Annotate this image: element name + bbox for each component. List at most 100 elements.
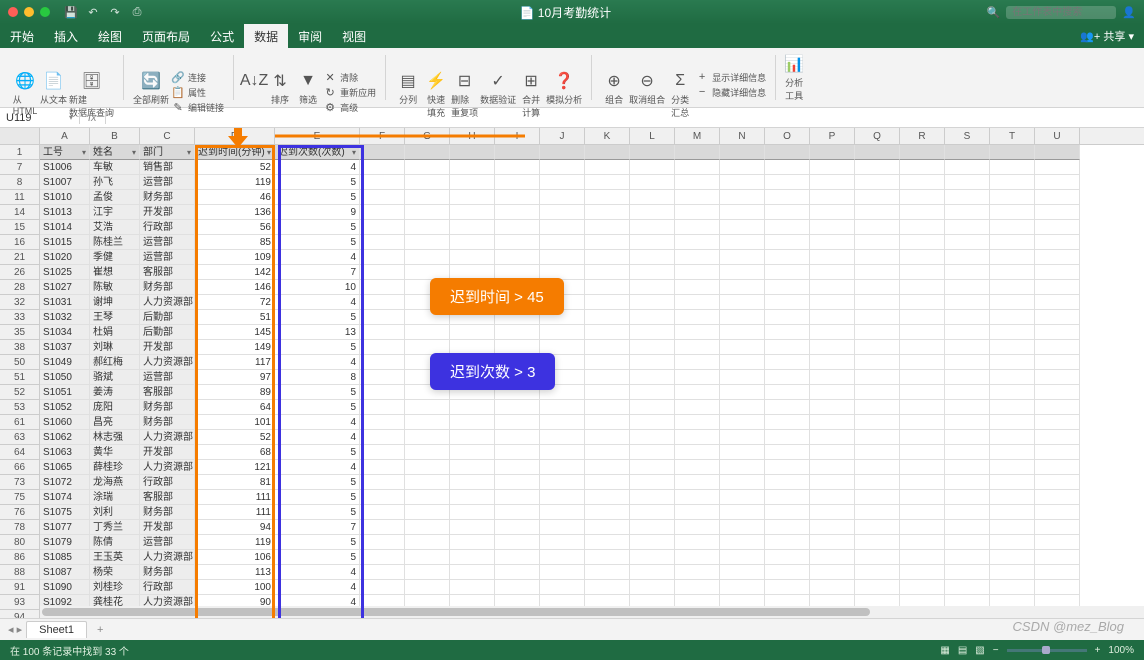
cell[interactable] [720,400,765,415]
cell[interactable] [810,160,855,175]
cell[interactable] [360,535,405,550]
cell[interactable] [765,145,810,160]
cell[interactable] [990,550,1035,565]
cell[interactable] [360,385,405,400]
cell[interactable] [405,190,450,205]
cell[interactable] [990,280,1035,295]
row-header[interactable]: 64 [0,445,40,460]
refresh-all-button[interactable]: 🔄全部刷新 [133,70,169,106]
sort-button[interactable]: ⇅排序 [267,70,293,106]
cell[interactable]: S1087 [40,565,90,580]
cell[interactable]: 运营部 [140,535,195,550]
cell[interactable]: 5 [275,385,360,400]
cell[interactable] [720,580,765,595]
cell[interactable] [855,385,900,400]
cell[interactable] [585,145,630,160]
cell[interactable] [585,535,630,550]
cell[interactable] [630,535,675,550]
cell[interactable] [900,385,945,400]
from-text-button[interactable]: 📄从文本 [40,70,67,106]
cell[interactable]: 杜娟 [90,325,140,340]
cell[interactable] [810,310,855,325]
row-header[interactable]: 14 [0,205,40,220]
cell[interactable] [675,400,720,415]
cell[interactable] [810,475,855,490]
what-if-button[interactable]: ❓模拟分析 [546,70,582,106]
cell[interactable] [765,520,810,535]
cell[interactable] [855,430,900,445]
cell[interactable] [810,250,855,265]
cell[interactable]: 4 [275,430,360,445]
cell[interactable] [990,580,1035,595]
row-header[interactable]: 73 [0,475,40,490]
cell[interactable]: 5 [275,310,360,325]
cell[interactable] [900,175,945,190]
cell[interactable] [855,580,900,595]
cell[interactable] [585,235,630,250]
cell[interactable] [495,430,540,445]
cell[interactable] [900,370,945,385]
filter-dropdown-icon[interactable]: ▾ [352,145,356,160]
cell[interactable]: S1074 [40,490,90,505]
cell[interactable]: 64 [195,400,275,415]
cell[interactable] [855,280,900,295]
row-header[interactable]: 16 [0,235,40,250]
filter-dropdown-icon[interactable]: ▾ [267,145,271,160]
menu-审阅[interactable]: 审阅 [288,24,332,48]
cell[interactable] [945,490,990,505]
cell[interactable] [810,190,855,205]
cell[interactable] [855,520,900,535]
cell[interactable] [450,520,495,535]
row-header[interactable]: 88 [0,565,40,580]
cell[interactable] [675,145,720,160]
cell[interactable] [495,325,540,340]
connections-button[interactable]: 🔗连接 [171,70,224,84]
col-header-S[interactable]: S [945,128,990,144]
cell[interactable] [540,205,585,220]
cell[interactable] [585,505,630,520]
cell[interactable]: 人力资源部 [140,550,195,565]
cell[interactable]: 85 [195,235,275,250]
cell[interactable]: S1065 [40,460,90,475]
cell[interactable]: 运营部 [140,235,195,250]
cell[interactable] [630,400,675,415]
cell[interactable] [630,295,675,310]
cell[interactable] [675,280,720,295]
maximize-window-icon[interactable] [40,7,50,17]
cell[interactable] [810,145,855,160]
cell[interactable]: 部门▾ [140,145,195,160]
cell[interactable] [405,565,450,580]
cell[interactable] [900,205,945,220]
cell[interactable] [585,550,630,565]
cell[interactable] [810,565,855,580]
cell[interactable] [585,370,630,385]
cell[interactable]: S1060 [40,415,90,430]
cell[interactable]: 财务部 [140,280,195,295]
cell[interactable] [1035,205,1080,220]
cell[interactable] [1035,535,1080,550]
cell[interactable] [360,505,405,520]
cell[interactable] [540,250,585,265]
cell[interactable]: 5 [275,400,360,415]
cell[interactable] [1035,175,1080,190]
cell[interactable] [765,505,810,520]
cell[interactable] [945,310,990,325]
cell[interactable] [765,250,810,265]
cell[interactable] [765,535,810,550]
cell[interactable] [810,205,855,220]
cell[interactable] [585,340,630,355]
cell[interactable] [765,580,810,595]
cell[interactable] [675,550,720,565]
cell[interactable] [855,220,900,235]
cell[interactable] [630,325,675,340]
cell[interactable] [720,160,765,175]
cell[interactable] [540,235,585,250]
cell[interactable]: 136 [195,205,275,220]
row-header[interactable]: 63 [0,430,40,445]
cell[interactable]: 人力资源部 [140,430,195,445]
cell[interactable] [765,220,810,235]
cell[interactable] [585,310,630,325]
col-header-T[interactable]: T [990,128,1035,144]
cell[interactable] [540,490,585,505]
cell[interactable] [630,220,675,235]
